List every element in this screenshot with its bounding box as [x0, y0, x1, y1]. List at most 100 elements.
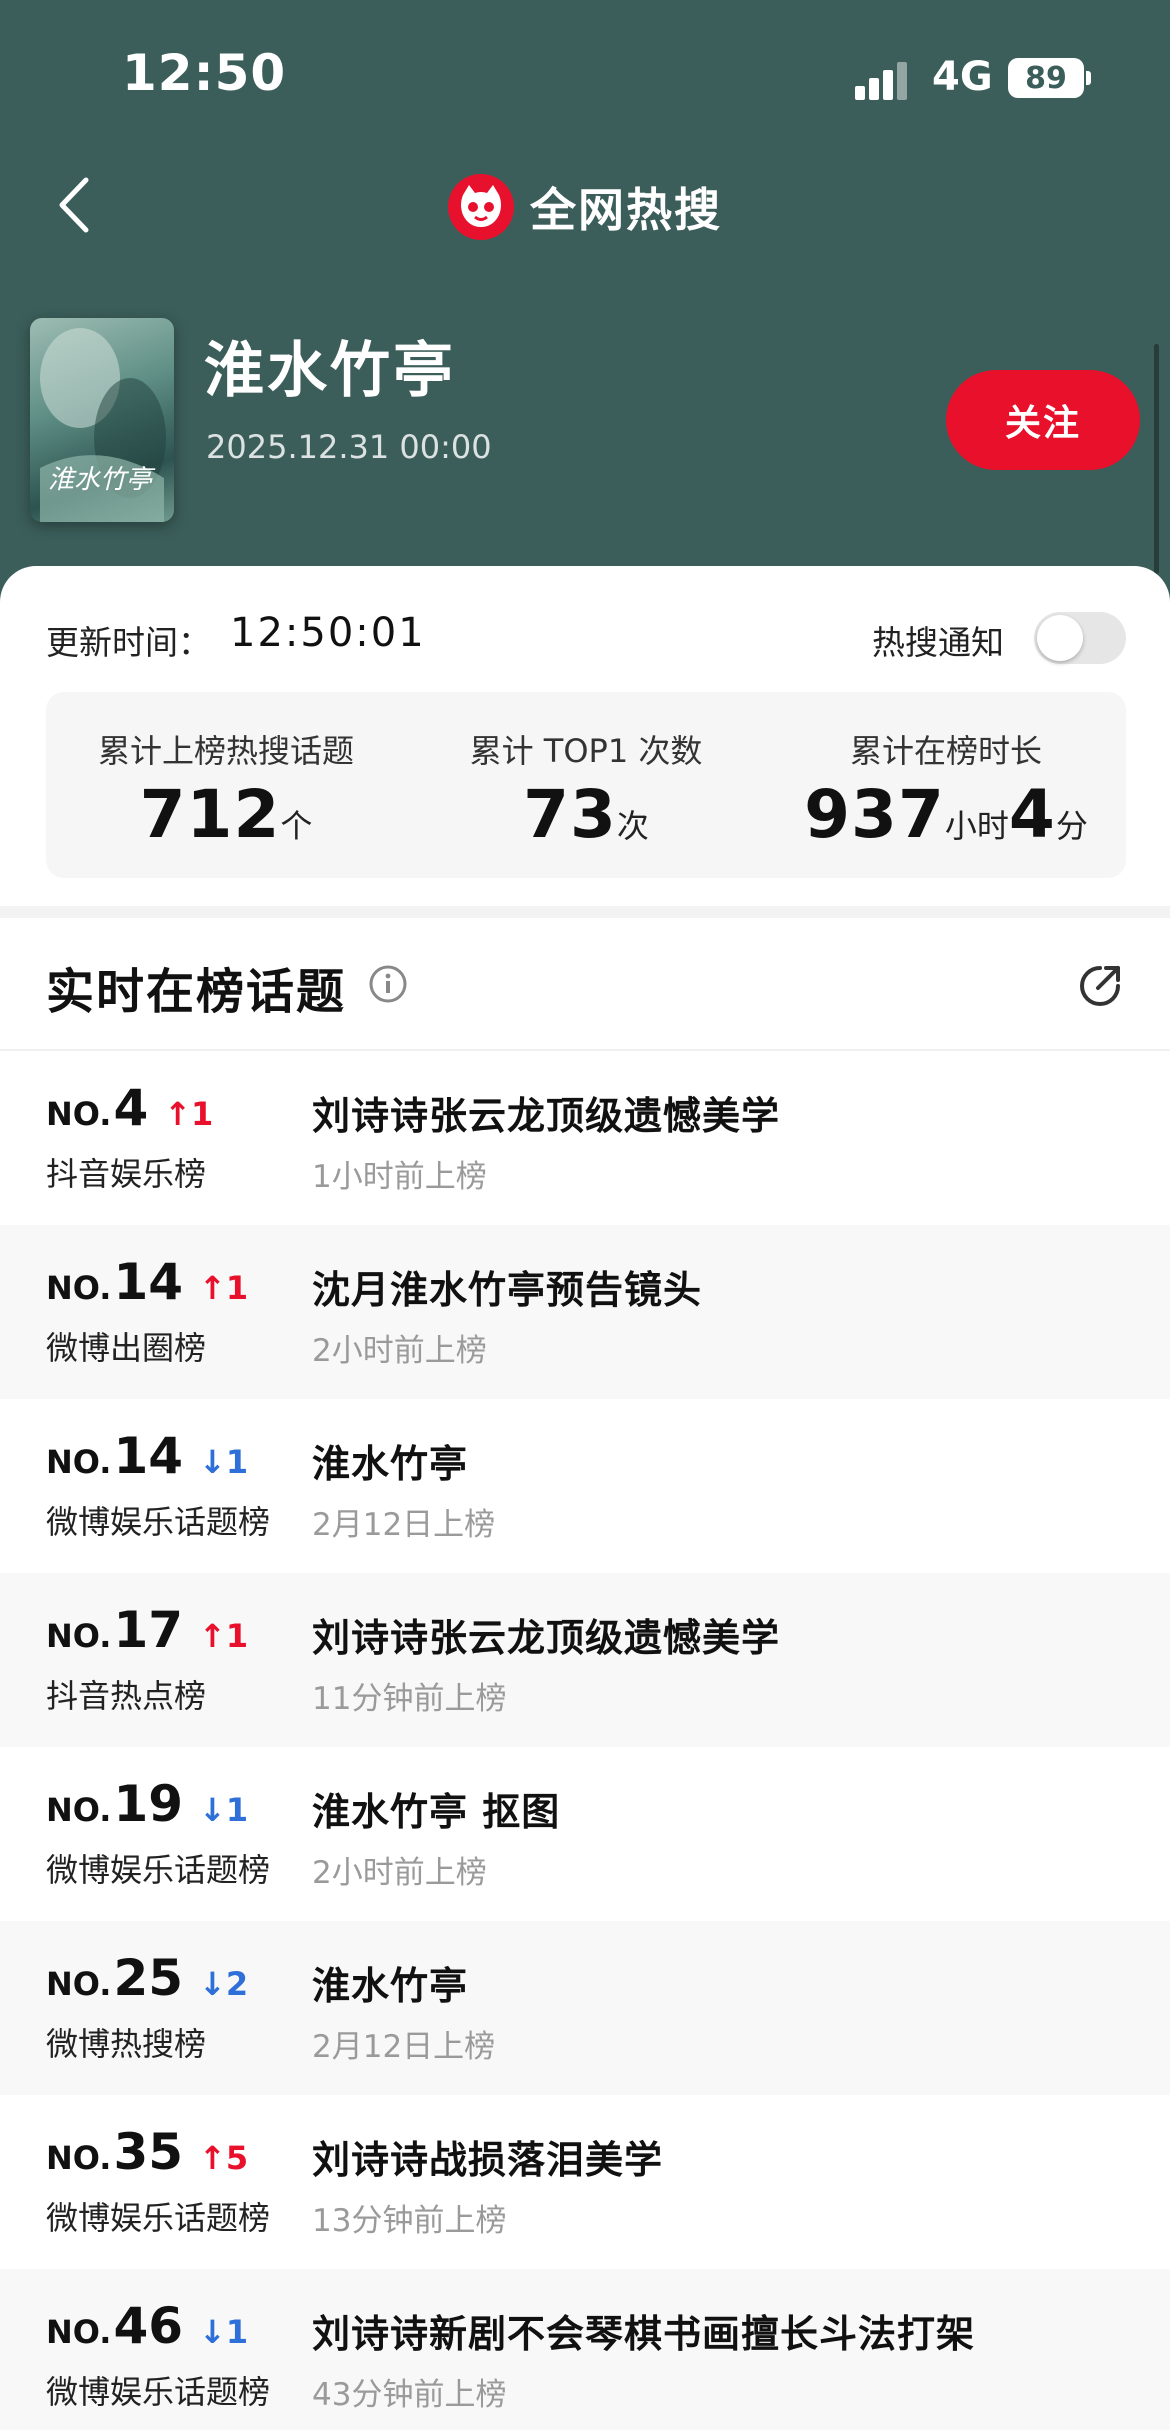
stat-value: 73次	[406, 776, 766, 853]
stat-number: 712	[139, 776, 281, 853]
list-item[interactable]: NO. 35 ↑5 微博娱乐话题榜 刘诗诗战损落泪美学 13分钟前上榜	[0, 2095, 1170, 2269]
rank-prefix: NO.	[46, 2313, 112, 2351]
update-label: 更新时间：	[46, 623, 211, 662]
stat-total-duration: 累计在榜时长 937小时4分	[766, 692, 1126, 878]
listed-time: 43分钟前上榜	[312, 2377, 507, 2413]
rank: NO. 17 ↑1	[46, 1601, 248, 1659]
listed-time: 13分钟前上榜	[312, 2203, 507, 2239]
list-item[interactable]: NO. 4 ↑1 抖音娱乐榜 刘诗诗张云龙顶级遗憾美学 1小时前上榜	[0, 1051, 1170, 1225]
rank-number: 17	[113, 1601, 184, 1659]
header: 12:50 4G 89 全网热搜 淮水竹亭 淮水竹亭 2025.12.31 00…	[0, 0, 1170, 620]
rank-number: 14	[113, 1253, 184, 1311]
stat-label: 累计 TOP1 次数	[469, 732, 703, 770]
listed-time: 2月12日上榜	[312, 2029, 496, 2065]
topic-title[interactable]: 刘诗诗新剧不会琴棋书画擅长斗法打架	[312, 2303, 975, 2358]
share-icon[interactable]	[1074, 960, 1126, 1012]
scrollbar[interactable]	[1154, 344, 1159, 574]
rank-prefix: NO.	[46, 1791, 112, 1829]
list-item[interactable]: NO. 17 ↑1 抖音热点榜 刘诗诗张云龙顶级遗憾美学 11分钟前上榜	[0, 1573, 1170, 1747]
stat-top1-count: 累计 TOP1 次数 73次	[406, 692, 766, 878]
listed-time: 11分钟前上榜	[312, 1681, 507, 1717]
stat-minutes: 4	[1008, 776, 1056, 853]
info-icon[interactable]	[368, 964, 408, 1004]
trend-down-badge: ↓1	[199, 1443, 249, 1481]
show-date: 2025.12.31 00:00	[206, 428, 492, 466]
board-name: 微博出圈榜	[46, 1329, 207, 1367]
board-name: 微博娱乐话题榜	[46, 2199, 271, 2237]
rank-prefix: NO.	[46, 2139, 112, 2177]
topic-title[interactable]: 淮水竹亭 抠图	[312, 1781, 560, 1836]
show-title: 淮水竹亭	[204, 336, 456, 406]
board-name: 微博热搜榜	[46, 2025, 207, 2063]
rank-number: 4	[113, 1079, 149, 1137]
topic-title[interactable]: 刘诗诗张云龙顶级遗憾美学	[312, 1085, 780, 1140]
network-label: 4G	[932, 54, 993, 100]
topic-title[interactable]: 淮水竹亭	[312, 1433, 468, 1488]
rank-prefix: NO.	[46, 1443, 112, 1481]
rank-prefix: NO.	[46, 1095, 112, 1133]
rank: NO. 25 ↓2	[46, 1949, 248, 2007]
notify-toggle[interactable]	[1034, 612, 1126, 664]
topic-title[interactable]: 淮水竹亭	[312, 1955, 468, 2010]
topic-title[interactable]: 沈月淮水竹亭预告镜头	[312, 1259, 702, 1314]
status-time: 12:50	[122, 44, 287, 102]
rank-prefix: NO.	[46, 1617, 112, 1655]
stat-hours-unit: 小时	[944, 807, 1009, 845]
topic-list: NO. 4 ↑1 抖音娱乐榜 刘诗诗张云龙顶级遗憾美学 1小时前上榜 NO. 14 ↑1 微博出圈…	[0, 1051, 1170, 2430]
trend-down-badge: ↓1	[199, 1791, 249, 1829]
trend-up-badge: ↑1	[199, 1269, 249, 1307]
stat-minutes-unit: 分	[1055, 807, 1088, 845]
board-name: 微博娱乐话题榜	[46, 2373, 271, 2411]
section-divider	[0, 906, 1170, 918]
trend-down-badge: ↓1	[199, 2313, 249, 2351]
toggle-knob	[1037, 615, 1083, 661]
notify-label: 热搜通知	[872, 623, 1004, 662]
trend-down-badge: ↓2	[199, 1965, 249, 2003]
battery-icon: 89	[1008, 58, 1084, 98]
follow-button[interactable]: 关注	[946, 370, 1140, 470]
stat-label: 累计在榜时长	[849, 732, 1042, 770]
board-name: 抖音娱乐榜	[46, 1155, 207, 1193]
list-item[interactable]: NO. 19 ↓1 微博娱乐话题榜 淮水竹亭 抠图 2小时前上榜	[0, 1747, 1170, 1921]
stat-unit: 次	[616, 807, 649, 845]
topic-title[interactable]: 刘诗诗张云龙顶级遗憾美学	[312, 1607, 780, 1662]
rank-prefix: NO.	[46, 1965, 112, 2003]
rank-number: 14	[113, 1427, 184, 1485]
list-item[interactable]: NO. 14 ↓1 微博娱乐话题榜 淮水竹亭 2月12日上榜	[0, 1399, 1170, 1573]
list-item[interactable]: NO. 14 ↑1 微博出圈榜 沈月淮水竹亭预告镜头 2小时前上榜	[0, 1225, 1170, 1399]
trend-up-badge: ↑1	[164, 1095, 214, 1133]
back-icon[interactable]	[52, 170, 102, 240]
stat-hours: 937	[804, 776, 945, 853]
stat-value: 937小时4分	[766, 776, 1126, 853]
stat-label: 累计上榜热搜话题	[97, 732, 354, 770]
board-name: 抖音热点榜	[46, 1677, 207, 1715]
stat-unit: 个	[280, 807, 313, 845]
brand: 全网热搜	[448, 172, 722, 242]
rank: NO. 14 ↓1	[46, 1427, 248, 1485]
list-item[interactable]: NO. 25 ↓2 微博热搜榜 淮水竹亭 2月12日上榜	[0, 1921, 1170, 2095]
rank: NO. 46 ↓1	[46, 2297, 248, 2355]
section-title: 实时在榜话题	[46, 964, 347, 1020]
stats-panel: 累计上榜热搜话题 712个 累计 TOP1 次数 73次 累计在榜时长 937小…	[46, 692, 1126, 878]
page: 12:50 4G 89 全网热搜 淮水竹亭 淮水竹亭 2025.12.31 00…	[0, 0, 1170, 2430]
rank: NO. 14 ↑1	[46, 1253, 248, 1311]
board-name: 微博娱乐话题榜	[46, 1851, 271, 1889]
topic-title[interactable]: 刘诗诗战损落泪美学	[312, 2129, 663, 2184]
rank-number: 19	[113, 1775, 184, 1833]
svg-text:淮水竹亭: 淮水竹亭	[48, 465, 156, 495]
rank: NO. 35 ↑5	[46, 2123, 248, 2181]
signal-icon	[855, 60, 915, 100]
listed-time: 2月12日上榜	[312, 1507, 496, 1543]
update-time: 12:50:01	[230, 610, 426, 656]
trend-up-badge: ↑5	[199, 2139, 249, 2177]
list-item[interactable]: NO. 46 ↓1 微博娱乐话题榜 刘诗诗新剧不会琴棋书画擅长斗法打架 43分钟前上榜	[0, 2269, 1170, 2430]
rank-prefix: NO.	[46, 1269, 112, 1307]
rank-number: 25	[113, 1949, 184, 2007]
summary-card: 更新时间： 12:50:01 热搜通知 累计上榜热搜话题 712个 累计 TOP…	[0, 566, 1170, 906]
rank: NO. 19 ↓1	[46, 1775, 248, 1833]
listed-time: 2小时前上榜	[312, 1855, 487, 1891]
listed-time: 1小时前上榜	[312, 1159, 487, 1195]
rank: NO. 4 ↑1	[46, 1079, 213, 1137]
stat-value: 712个	[46, 776, 406, 853]
show-poster[interactable]: 淮水竹亭	[30, 318, 174, 522]
